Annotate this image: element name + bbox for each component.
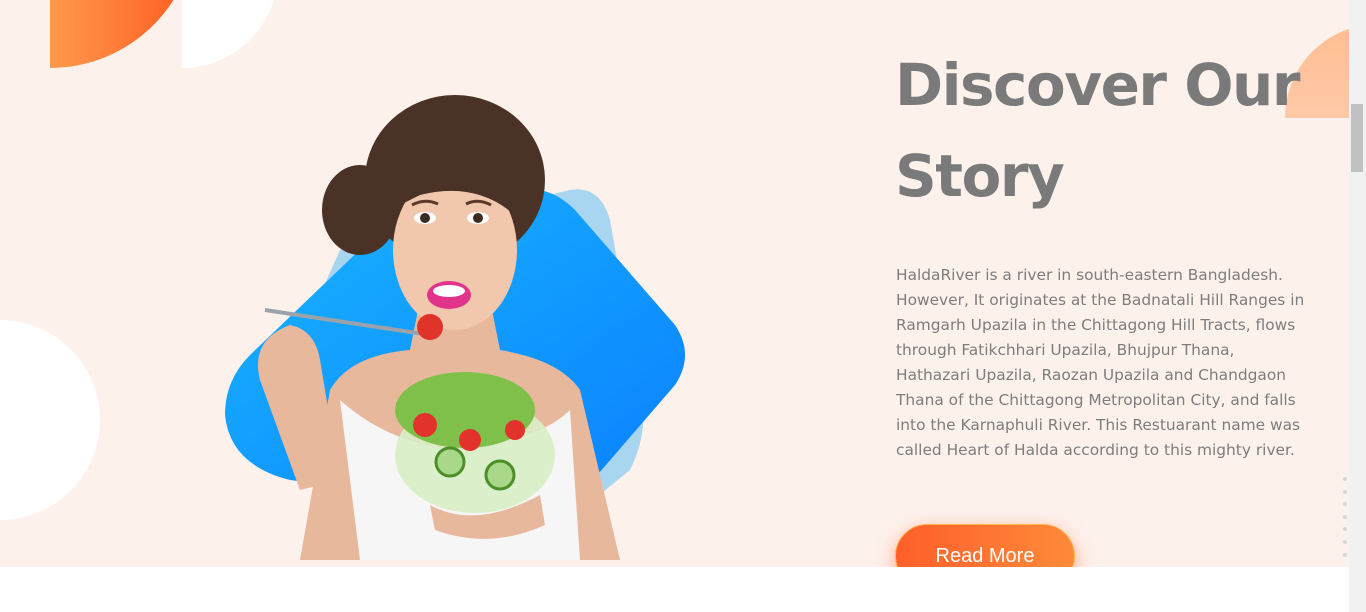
indicator-dot[interactable]	[1343, 477, 1347, 481]
story-title-line2: Story	[895, 142, 1065, 210]
indicator-dot[interactable]	[1343, 539, 1347, 544]
woman-eating-salad-image	[225, 95, 685, 560]
orange-quarter-circle-decoration	[50, 0, 196, 68]
indicator-dot[interactable]	[1343, 552, 1347, 557]
white-half-circle-decoration	[0, 320, 100, 520]
white-quarter-circle-decoration	[182, 0, 278, 68]
story-section: Discover Our Story HaldaRiver is a river…	[0, 0, 1349, 567]
read-more-button[interactable]: Read More	[895, 524, 1075, 567]
story-title: Discover Our Story	[895, 40, 1315, 222]
indicator-dot[interactable]	[1343, 514, 1347, 519]
page-scrollbar[interactable]	[1349, 0, 1366, 612]
story-paragraph: HaldaRiver is a river in south-eastern B…	[896, 266, 1305, 459]
story-title-line1: Discover Our	[895, 51, 1300, 119]
scrollbar-thumb[interactable]	[1351, 104, 1363, 172]
indicator-dot[interactable]	[1343, 502, 1347, 507]
indicator-dot[interactable]	[1343, 489, 1347, 494]
indicator-dot[interactable]	[1343, 527, 1347, 532]
